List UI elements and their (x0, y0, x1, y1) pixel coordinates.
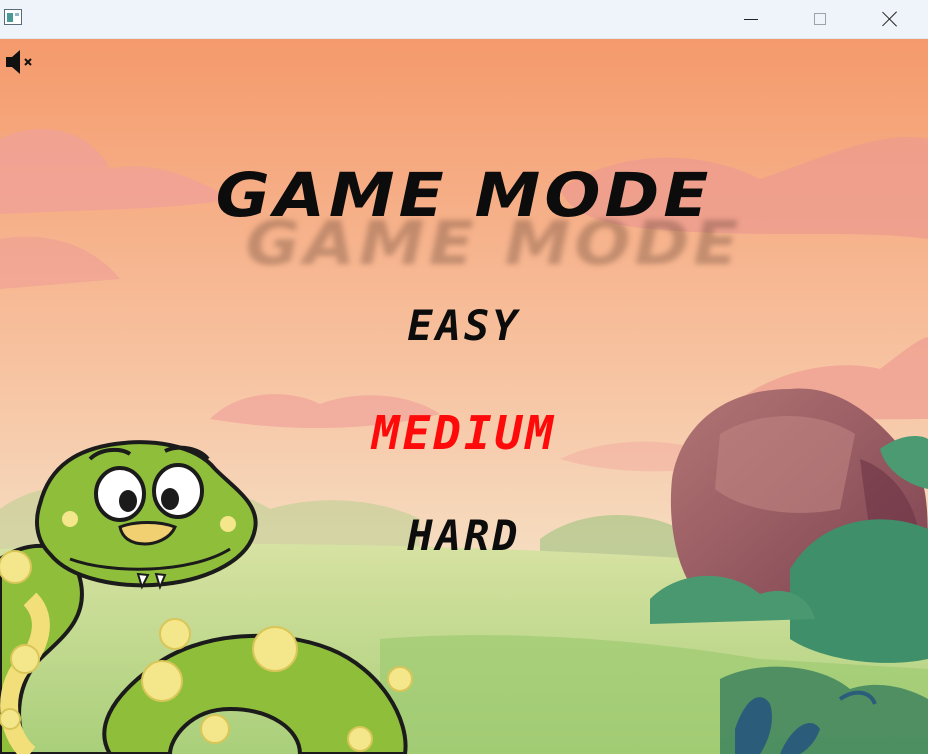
maximize-button[interactable] (797, 0, 843, 38)
mute-toggle-button[interactable] (4, 49, 36, 75)
minimize-icon (744, 18, 758, 20)
maximize-icon (814, 13, 826, 25)
medium-mode-button[interactable]: MEDIUM (0, 406, 928, 460)
app-icon (4, 9, 22, 25)
close-icon (882, 11, 898, 27)
close-button[interactable] (867, 0, 913, 38)
speaker-muted-icon (6, 50, 32, 74)
minimize-button[interactable] (728, 0, 774, 38)
hard-mode-button[interactable]: HARD (0, 511, 928, 560)
title-bar (0, 0, 928, 39)
game-scene: GAME MODE GAME MODE EASY MEDIUM HARD (0, 39, 928, 754)
game-window: GAME MODE GAME MODE EASY MEDIUM HARD (0, 0, 928, 754)
background-illustration (0, 39, 928, 754)
easy-mode-button[interactable]: EASY (0, 301, 928, 350)
game-mode-title: GAME MODE (215, 160, 713, 231)
